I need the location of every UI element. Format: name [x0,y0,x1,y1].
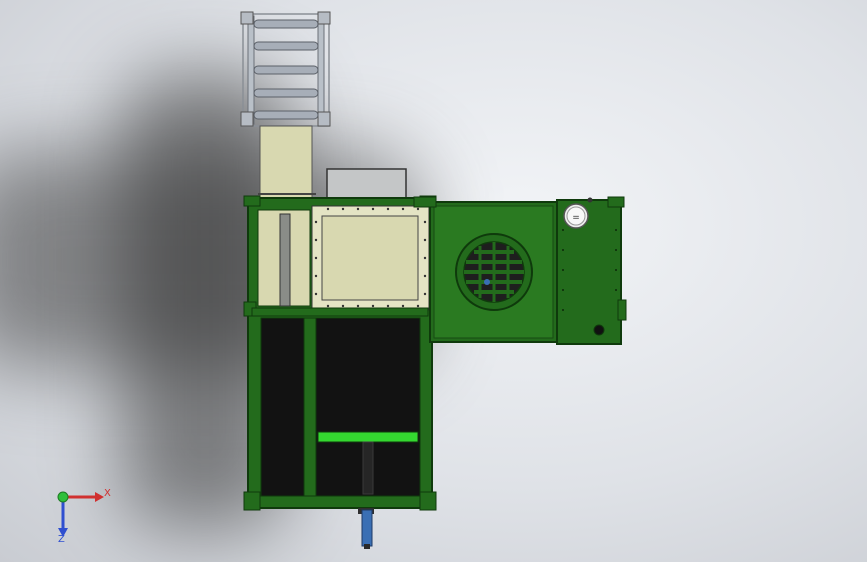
drain-plug-icon [593,324,605,336]
roller-conveyor[interactable] [240,11,331,127]
feed-chute[interactable] [258,125,316,201]
hydraulic-cylinder[interactable] [358,508,374,549]
gauge-label: = [572,213,580,223]
fan-grille-icon [455,233,533,311]
triad-z-label: Z [58,534,65,545]
triad-x-label: X [104,488,111,499]
cad-viewport[interactable]: = X Z [0,0,867,562]
main-frame[interactable] [243,195,437,511]
coordinate-triad [57,491,104,537]
